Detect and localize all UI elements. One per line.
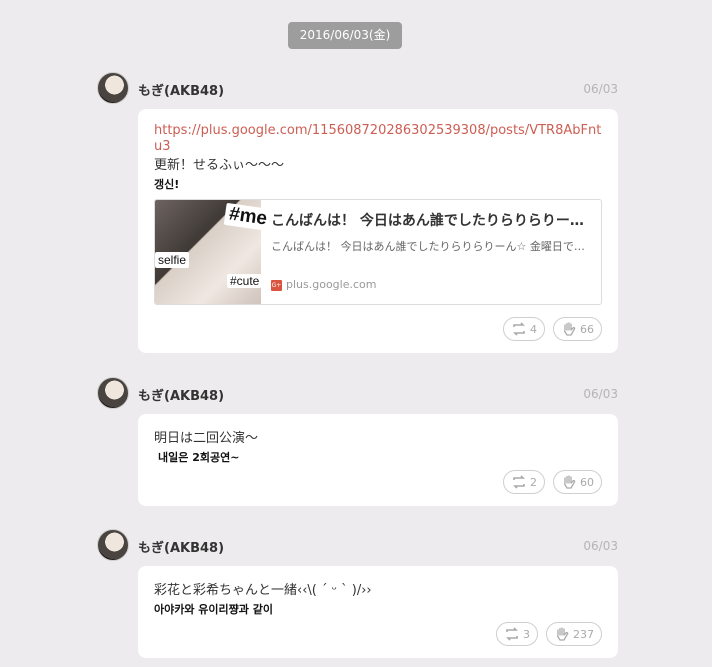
like-count: 60	[580, 475, 594, 489]
post-header: もぎ(AKB48) 06/03	[97, 377, 618, 409]
post-time: 06/03	[583, 539, 618, 553]
hand-icon	[563, 475, 576, 489]
thumbnail-tag-me: #me	[223, 202, 273, 232]
avatar[interactable]	[97, 72, 129, 104]
preview-thumbnail: #me selfie #cute	[155, 200, 273, 304]
post-text-ko: 내일은 2회공연~	[158, 451, 240, 464]
thumbnail-tag-cute: #cute	[227, 274, 263, 288]
post-text-ko: 아야카와 유이리쨩과 같이	[154, 603, 273, 616]
post-actions: 3 237	[496, 622, 602, 646]
post-actions: 4 66	[503, 317, 602, 341]
hand-icon	[563, 322, 576, 336]
post-actions: 2 60	[503, 470, 602, 494]
post-card: もぎ(AKB48) 06/03 明日は二回公演〜 내일은 2회공연~ 2 60	[97, 377, 618, 506]
post-header: もぎ(AKB48) 06/03	[97, 529, 618, 561]
post-text-ja: 彩花と彩希ちゃんと一緒‹‹\( ´ ᵕ ` )/››	[154, 583, 372, 598]
author-name[interactable]: もぎ(AKB48)	[138, 80, 224, 99]
retweet-count: 3	[523, 627, 530, 641]
retweet-icon	[513, 475, 525, 489]
date-badge: 2016/06/03(金)	[288, 22, 402, 49]
author-name[interactable]: もぎ(AKB48)	[138, 385, 224, 404]
hand-icon	[556, 627, 569, 641]
post-body: 明日は二回公演〜 내일은 2회공연~ 2 60	[138, 414, 618, 506]
post-text-ja: 更新！せるふぃ〜〜〜	[154, 158, 285, 173]
retweet-button[interactable]: 4	[503, 317, 545, 341]
post-time: 06/03	[583, 387, 618, 401]
post-text-ja: 明日は二回公演〜	[154, 431, 259, 446]
retweet-button[interactable]: 2	[503, 470, 545, 494]
preview-title: こんばんは！ 今日はあん誰でしたりらりらりーん☆ 金曜日	[271, 213, 589, 229]
retweet-icon	[513, 322, 525, 336]
preview-domain: G+ plus.google.com	[271, 278, 376, 291]
like-count: 66	[580, 322, 594, 336]
post-link[interactable]: https://plus.google.com/1156087202863025…	[154, 123, 602, 155]
post-time: 06/03	[583, 82, 618, 96]
retweet-count: 2	[530, 475, 537, 489]
post-body: https://plus.google.com/1156087202863025…	[138, 109, 618, 353]
avatar[interactable]	[97, 529, 129, 561]
preview-domain-text: plus.google.com	[286, 278, 377, 291]
author-name[interactable]: もぎ(AKB48)	[138, 537, 224, 556]
retweet-icon	[506, 627, 518, 641]
thumbnail-tag-selfie: selfie	[155, 252, 190, 268]
avatar[interactable]	[97, 377, 129, 409]
retweet-count: 4	[530, 322, 537, 336]
link-preview[interactable]: #me selfie #cute こんばんは！ 今日はあん誰でしたりらりらりーん…	[154, 199, 602, 305]
like-button[interactable]: 60	[553, 470, 602, 494]
google-plus-icon: G+	[271, 279, 282, 291]
post-card: もぎ(AKB48) 06/03 https://plus.google.com/…	[97, 72, 618, 353]
like-count: 237	[573, 627, 594, 641]
preview-description: こんばんは！ 今日はあん誰でしたりらりらりーん☆ 金曜日でしたね	[271, 240, 589, 253]
like-button[interactable]: 66	[553, 317, 602, 341]
like-button[interactable]: 237	[546, 622, 602, 646]
post-text-ko: 갱신!	[154, 178, 180, 191]
retweet-button[interactable]: 3	[496, 622, 538, 646]
post-body: 彩花と彩希ちゃんと一緒‹‹\( ´ ᵕ ` )/›› 아야카와 유이리쨩과 같이…	[138, 566, 618, 658]
post-card: もぎ(AKB48) 06/03 彩花と彩希ちゃんと一緒‹‹\( ´ ᵕ ` )/…	[97, 529, 618, 658]
post-header: もぎ(AKB48) 06/03	[97, 72, 618, 104]
